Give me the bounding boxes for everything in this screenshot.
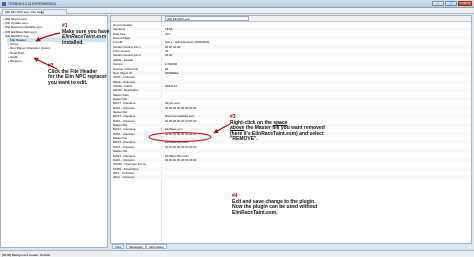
tab-view[interactable]: View bbox=[112, 244, 125, 249]
editor-column-header: [04] ElinNPC.esp bbox=[111, 16, 471, 22]
record-field-row[interactable]: INCC - Unknown bbox=[111, 175, 471, 180]
tree-item-label: Weapon bbox=[10, 59, 22, 63]
document-tabstrip: [00] Elin NPC.esp \ File Header bbox=[0, 8, 474, 14]
note-step4-line3: ElinRaceTaint.esm. bbox=[232, 209, 278, 216]
minimize-button[interactable]: — bbox=[432, 1, 444, 6]
column-plugin-name[interactable]: [04] ElinNPC.esp bbox=[165, 16, 249, 21]
note-step1: #1 Make sure you have ElinRaceTaint.esm … bbox=[62, 23, 110, 46]
window-title: TES5Edit 3.0.33 EXPERIMENTAL bbox=[8, 2, 57, 6]
status-text: [00:00] Background Loader: finished bbox=[2, 253, 51, 257]
field-name: INCC - Unknown bbox=[113, 175, 135, 180]
tab-information[interactable]: Information bbox=[146, 244, 168, 249]
tab-blank[interactable] bbox=[43, 9, 67, 14]
close-button[interactable]: ✕ bbox=[458, 1, 472, 6]
note-step2-line3: you want to edit. bbox=[48, 79, 88, 86]
note-step2: #2 Click the File Header for the Elin NP… bbox=[48, 63, 107, 86]
maximize-button[interactable]: ▢ bbox=[445, 1, 457, 6]
plugin-tree[interactable]: +[00] Skyrim.esm +[01] Update.esm +[02] Ra… bbox=[0, 15, 108, 248]
note-step1-line3: installed. bbox=[62, 39, 84, 46]
note-step4: #4 Exit and save change to the plugin. N… bbox=[232, 193, 317, 216]
tab-file-header[interactable]: [00] Elin NPC.esp \ File Header bbox=[2, 9, 47, 14]
app-icon bbox=[2, 2, 6, 6]
note-step3: #3 Right-click on the space above the Ma… bbox=[230, 114, 325, 143]
note-step3-line4: "REMOVE". bbox=[230, 136, 258, 143]
status-bar: [00:00] Background Loader: finished bbox=[0, 250, 474, 257]
tree-item[interactable]: +Weapon bbox=[7, 59, 106, 63]
tab-messages[interactable]: Messages bbox=[126, 244, 146, 249]
title-bar: TES5Edit 3.0.33 EXPERIMENTAL — ▢ ✕ bbox=[0, 0, 474, 8]
